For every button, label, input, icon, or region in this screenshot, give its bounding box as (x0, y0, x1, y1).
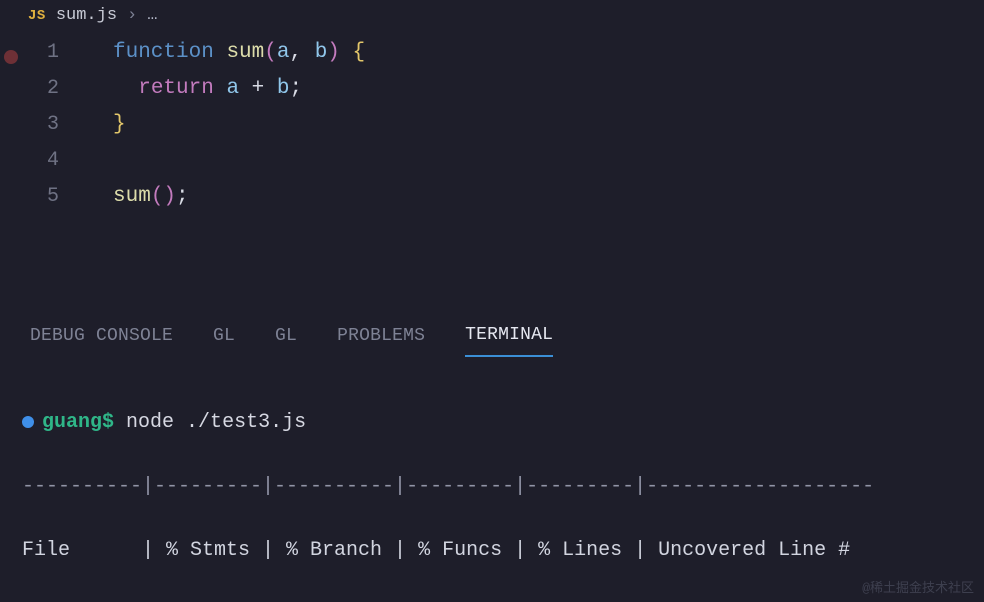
code-editor[interactable]: 1 function sum(a, b) { 2 return a + b; 3… (0, 29, 984, 309)
coverage-border: ----------|---------|----------|--------… (22, 471, 962, 503)
breakpoint-icon[interactable] (4, 50, 18, 64)
prompt-dot-icon (22, 416, 34, 428)
code-line[interactable]: 2 return a + b; (0, 71, 984, 107)
breadcrumb[interactable]: JS sum.js › … (0, 0, 984, 29)
terminal-command: node ./test3.js (126, 411, 306, 434)
file-type-icon: JS (28, 8, 46, 24)
code-line[interactable]: 3 } (0, 107, 984, 143)
breadcrumb-file[interactable]: sum.js (56, 6, 117, 25)
code-line[interactable]: 5 sum(); (0, 179, 984, 215)
tab-debug-console[interactable]: DEBUG CONSOLE (30, 320, 173, 356)
line-number: 4 (0, 143, 85, 179)
code-line[interactable]: 1 function sum(a, b) { (0, 35, 984, 71)
terminal-panel[interactable]: guang$ node ./test3.js ----------|------… (0, 357, 984, 602)
tab-problems[interactable]: PROBLEMS (337, 320, 425, 356)
line-number: 2 (0, 71, 85, 107)
tab-gl-2[interactable]: GL (275, 320, 297, 356)
terminal-prompt-line: guang$ node ./test3.js (22, 407, 962, 439)
line-number: 5 (0, 179, 85, 215)
tab-terminal[interactable]: TERMINAL (465, 319, 553, 357)
prompt-sym: $ (102, 411, 114, 434)
breadcrumb-trail[interactable]: … (147, 6, 157, 25)
watermark: @稀土掘金技术社区 (862, 577, 974, 596)
prompt-user: guang (42, 411, 102, 434)
line-number: 3 (0, 107, 85, 143)
coverage-header: File | % Stmts | % Branch | % Funcs | % … (22, 535, 962, 567)
chevron-right-icon: › (127, 6, 137, 25)
panel-tabbar: DEBUG CONSOLE GL GL PROBLEMS TERMINAL (0, 309, 984, 357)
tab-gl[interactable]: GL (213, 320, 235, 356)
code-line[interactable]: 4 (0, 143, 984, 179)
